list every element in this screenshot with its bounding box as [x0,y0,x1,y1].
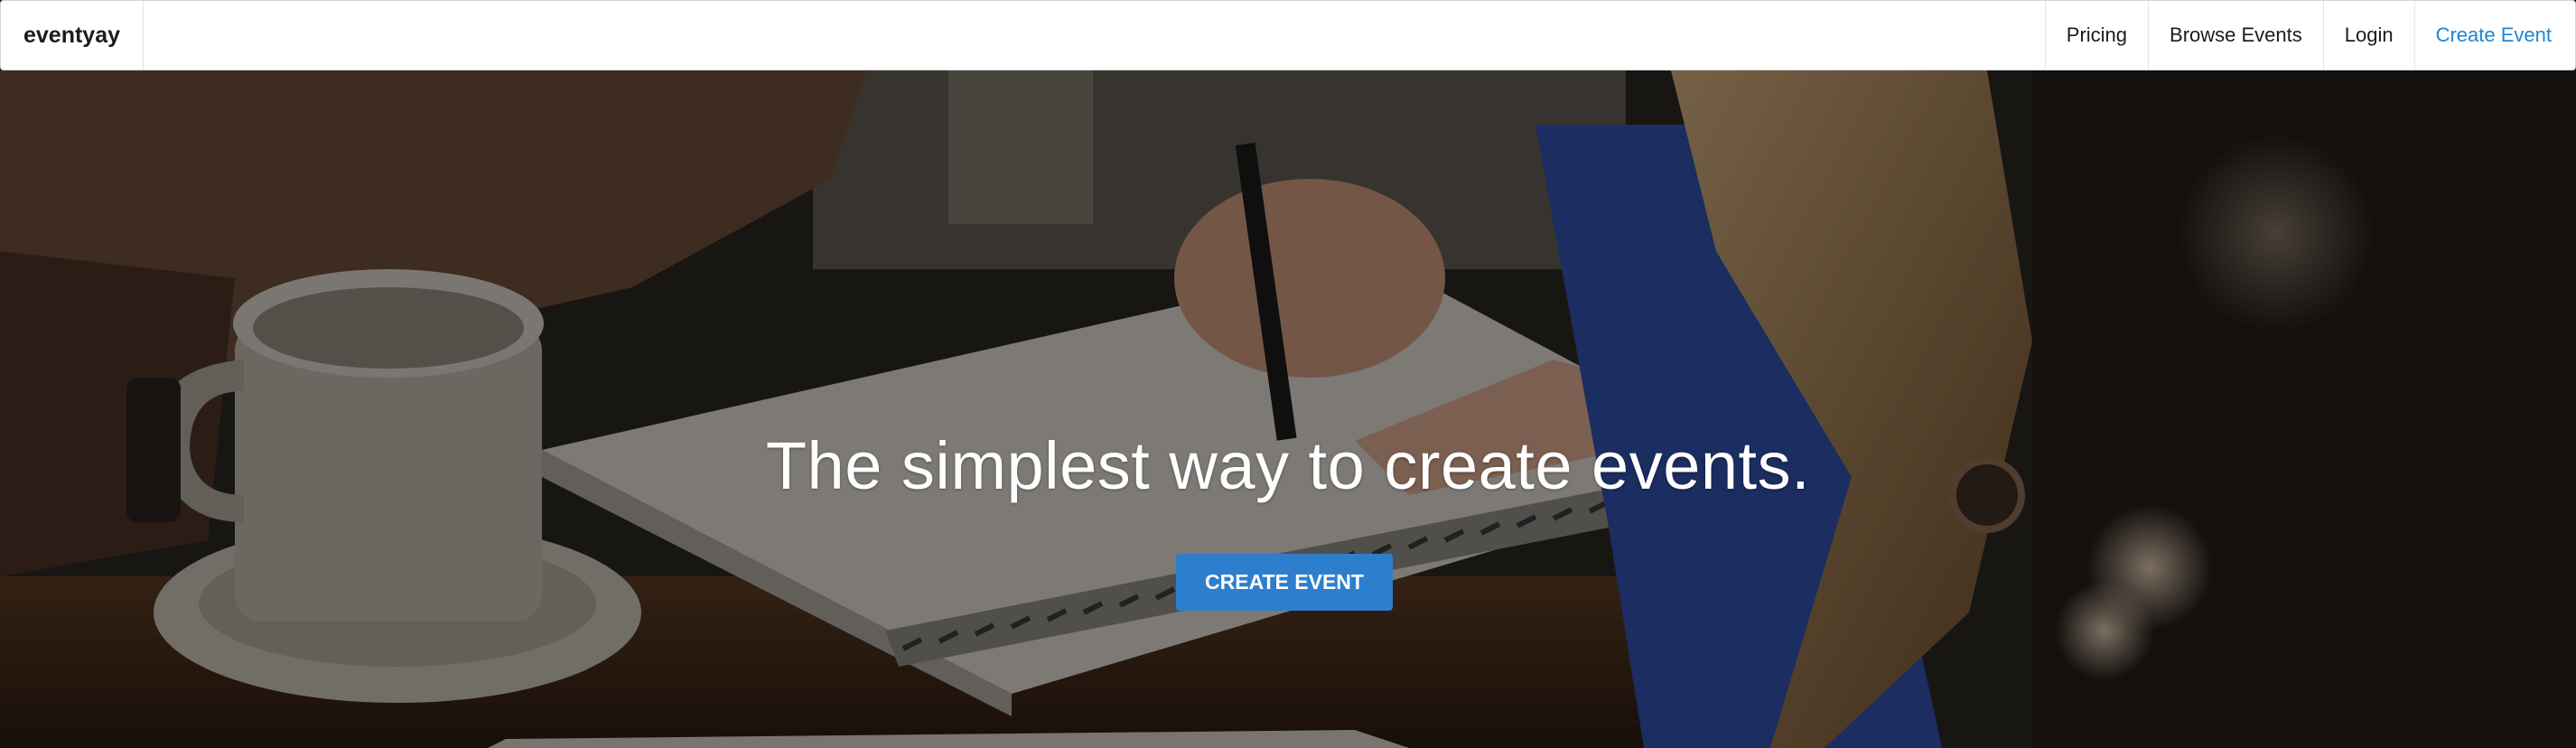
brand-logo[interactable]: eventyay [1,1,145,70]
nav-item-create-event[interactable]: Create Event [2413,1,2575,70]
nav-item-login[interactable]: Login [2322,1,2414,70]
hero-overlay [0,70,2576,748]
hero-section: The simplest way to create events. CREAT… [0,70,2576,748]
landing-page: eventyay Pricing Browse Events Login Cre… [0,0,2576,748]
top-navbar: eventyay Pricing Browse Events Login Cre… [0,0,2576,70]
nav-item-pricing[interactable]: Pricing [2044,1,2148,70]
navbar-spacer [144,1,2045,70]
create-event-button[interactable]: CREATE EVENT [1176,554,1393,611]
nav-item-browse-events[interactable]: Browse Events [2148,1,2323,70]
hero-headline: The simplest way to create events. [765,428,1811,503]
